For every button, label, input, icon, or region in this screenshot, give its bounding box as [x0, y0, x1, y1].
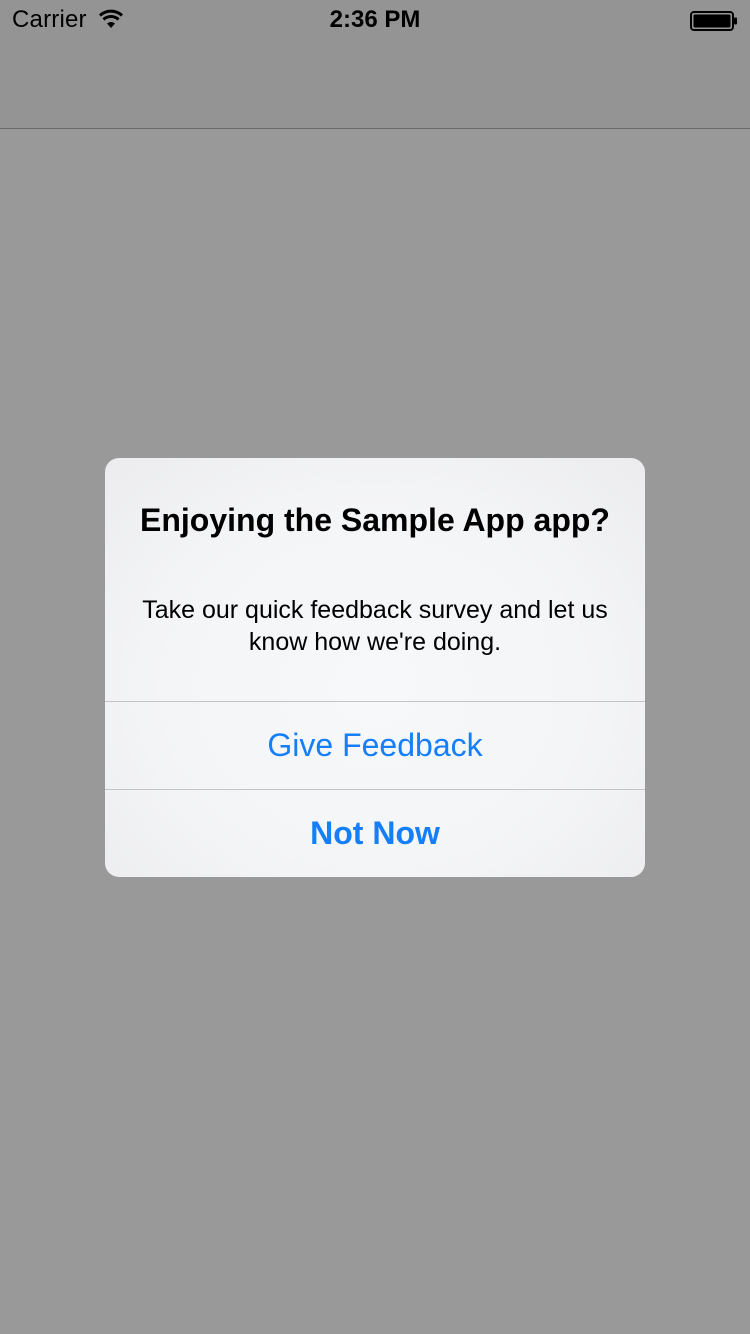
status-bar: Carrier 2:36 PM — [0, 0, 750, 40]
give-feedback-button[interactable]: Give Feedback — [105, 702, 645, 789]
battery-icon — [690, 11, 738, 31]
not-now-button[interactable]: Not Now — [105, 790, 645, 877]
alert-title: Enjoying the Sample App app? — [140, 502, 610, 538]
alert-message: Take our quick feedback survey and let u… — [142, 596, 608, 656]
clock: 2:36 PM — [329, 6, 421, 33]
feedback-alert: Enjoying the Sample App app? Take our qu… — [105, 458, 645, 877]
